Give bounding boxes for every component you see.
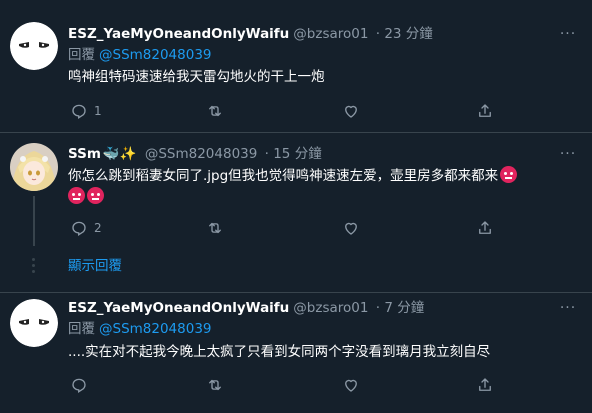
tweet-actions: 2 [60, 212, 520, 244]
user-handle[interactable]: @bzsaro01 [293, 26, 368, 42]
tweet-actions [60, 369, 520, 401]
anime-eyes-icon [10, 299, 58, 347]
reply-icon [72, 104, 86, 119]
more-icon: ··· [559, 146, 577, 162]
user-handle[interactable]: @bzsaro01 [293, 300, 368, 316]
share-button[interactable] [476, 212, 494, 244]
display-name[interactable]: ESZ_YaeMyOneandOnlyWaifu [68, 300, 289, 316]
replying-label: 回覆 [68, 321, 95, 337]
red-face-emoji-icon [500, 166, 518, 183]
replying-handle-link[interactable]: @SSm82048039 [99, 321, 212, 337]
blonde-anime-girl-icon [10, 143, 58, 191]
reply-count: 2 [94, 221, 102, 235]
red-face-emoji-icon [68, 187, 85, 204]
tweet-header: ESZ_YaeMyOneandOnlyWaifu @bzsaro01 · 23 分… [68, 24, 433, 44]
reply-icon [72, 221, 86, 236]
share-icon [479, 221, 491, 234]
red-face-emoji-icon [87, 187, 104, 204]
user-handle[interactable]: @SSm82048039 [145, 146, 258, 162]
like-icon [345, 379, 357, 392]
tweet-header: SSm 🐳✨ @SSm82048039 · 15 分鐘 [68, 144, 322, 164]
like-button[interactable] [342, 95, 360, 127]
replying-to: 回覆 @SSm82048039 [68, 319, 212, 339]
retweet-button[interactable] [206, 95, 224, 127]
sparkles-icon: ✨ [119, 146, 137, 162]
reply-button[interactable]: 1 [70, 95, 102, 127]
avatar[interactable] [10, 143, 58, 191]
share-icon [479, 104, 491, 117]
share-icon [479, 378, 491, 391]
retweet-button[interactable] [206, 212, 224, 244]
retweet-button[interactable] [206, 369, 224, 401]
avatar[interactable] [10, 299, 58, 347]
more-options-button[interactable]: ··· [558, 24, 578, 44]
share-button[interactable] [476, 369, 494, 401]
tweet-actions: 1 [60, 95, 520, 127]
like-button[interactable] [342, 369, 360, 401]
more-icon: ··· [559, 26, 577, 42]
reply-icon [72, 378, 86, 393]
avatar[interactable] [10, 22, 58, 70]
tweet-text: 鸣神组特码速速给我天雷勾地火的干上一炮 [68, 69, 325, 85]
reply-button[interactable] [70, 369, 88, 401]
thread-dots [32, 258, 36, 276]
more-icon: ··· [559, 300, 577, 316]
timestamp[interactable]: · 23 分鐘 [376, 26, 433, 42]
replying-handle-link[interactable]: @SSm82048039 [99, 47, 212, 63]
show-replies-link[interactable]: 顯示回覆 [68, 255, 122, 277]
tweet-header: ESZ_YaeMyOneandOnlyWaifu @bzsaro01 · 7 分鐘 [68, 298, 424, 318]
retweet-icon [209, 379, 221, 391]
whale-icon: 🐳 [102, 146, 120, 162]
display-name[interactable]: ESZ_YaeMyOneandOnlyWaifu [68, 26, 289, 42]
thread-line [33, 196, 35, 246]
tweet[interactable]: ESZ_YaeMyOneandOnlyWaifu @bzsaro01 · 7 分鐘… [0, 293, 592, 413]
reply-count: 1 [94, 104, 102, 118]
timestamp[interactable]: · 7 分鐘 [376, 300, 424, 316]
more-options-button[interactable]: ··· [558, 298, 578, 318]
replying-to: 回覆 @SSm82048039 [68, 45, 212, 65]
more-options-button[interactable]: ··· [558, 144, 578, 164]
tweet-text: 你怎么跳到稻妻女同了.jpg但我也觉得鸣神速速左爱，壶里房多都来都来 [68, 166, 573, 208]
like-icon [345, 105, 357, 118]
timestamp[interactable]: · 15 分鐘 [265, 146, 322, 162]
anime-eyes-icon [10, 22, 58, 70]
retweet-icon [209, 222, 221, 234]
replying-label: 回覆 [68, 47, 95, 63]
tweet-text-content: 你怎么跳到稻妻女同了.jpg但我也觉得鸣神速速左爱，壶里房多都来都来 [68, 168, 499, 184]
tweet[interactable]: ESZ_YaeMyOneandOnlyWaifu @bzsaro01 · 23 分… [0, 0, 592, 133]
like-icon [345, 222, 357, 235]
share-button[interactable] [476, 95, 494, 127]
retweet-icon [209, 105, 221, 117]
like-button[interactable] [342, 212, 360, 244]
display-name[interactable]: SSm [68, 146, 101, 162]
tweet-text: ....实在对不起我今晚上太疯了只看到女同两个字没看到璃月我立刻自尽 [68, 344, 491, 360]
reply-button[interactable]: 2 [70, 212, 102, 244]
